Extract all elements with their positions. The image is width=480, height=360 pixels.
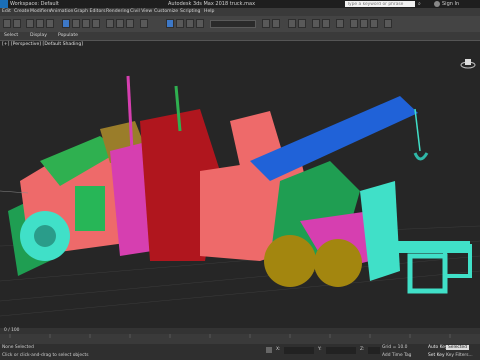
wheel-lift <box>360 181 472 294</box>
front-wheel <box>20 211 70 261</box>
region-select-icon[interactable] <box>82 19 90 28</box>
grid-size: Grid = 10.0 <box>382 345 408 350</box>
menu-help[interactable]: Help <box>204 8 214 16</box>
move-icon[interactable] <box>106 19 114 28</box>
perspective-viewport[interactable]: [+] [Perspective] [Default Shading] <box>0 40 480 329</box>
schematic-view-icon[interactable] <box>322 19 330 28</box>
undo-icon[interactable] <box>3 19 11 28</box>
select-object-icon[interactable] <box>62 19 70 28</box>
named-selection-dropdown[interactable] <box>210 20 256 28</box>
search-icon[interactable]: ⌕ <box>418 1 425 7</box>
redo-icon[interactable] <box>13 19 21 28</box>
status-bar: None Selected Click or click-and-drag to… <box>0 344 480 360</box>
bind-space-warp-icon[interactable] <box>46 19 54 28</box>
menu-animation[interactable]: Animation <box>50 8 73 16</box>
percent-snap-icon[interactable] <box>196 19 204 28</box>
render-setup-icon[interactable] <box>350 19 358 28</box>
search-input[interactable] <box>345 1 415 7</box>
menu-graph-editors[interactable]: Graph Editors <box>74 8 106 16</box>
menu-civil-view[interactable]: Civil View <box>130 8 152 16</box>
key-filters-button[interactable]: Key Filters... <box>446 353 473 358</box>
window-title: Autodesk 3ds Max 2018 truck.max <box>168 1 256 7</box>
rotate-icon[interactable] <box>116 19 124 28</box>
title-bar: Workspace: Default Autodesk 3ds Max 2018… <box>0 0 480 8</box>
material-editor-icon[interactable] <box>336 19 344 28</box>
tab-populate[interactable]: Populate <box>58 32 78 40</box>
curve-editor-icon[interactable] <box>312 19 320 28</box>
selection-status: None Selected <box>2 345 34 350</box>
selected-dropdown[interactable]: Selected <box>446 345 470 350</box>
mirror-icon[interactable] <box>262 19 270 28</box>
main-toolbar <box>0 16 480 32</box>
unlink-icon[interactable] <box>36 19 44 28</box>
pivot-center-icon[interactable] <box>166 19 174 28</box>
track-bar-ticks <box>9 334 451 338</box>
tab-display[interactable]: Display <box>30 32 47 40</box>
reference-coordinate-icon[interactable] <box>140 19 148 28</box>
link-icon[interactable] <box>26 19 34 28</box>
add-time-tag[interactable]: Add Time Tag <box>382 353 411 358</box>
window-crossing-icon[interactable] <box>92 19 100 28</box>
angle-snap-icon[interactable] <box>186 19 194 28</box>
layer-explorer-icon[interactable] <box>298 19 306 28</box>
x-coordinate-label: X: <box>276 347 281 352</box>
app-logo-icon <box>0 0 8 8</box>
fuel-tank <box>75 186 105 231</box>
auto-key-button[interactable]: Auto Key <box>428 345 448 350</box>
render-production-icon[interactable] <box>370 19 378 28</box>
menu-scripting[interactable]: Scripting <box>180 8 200 16</box>
track-bar[interactable] <box>0 334 480 344</box>
menu-bar: Edit Create Modifiers Animation Graph Ed… <box>0 8 480 16</box>
align-icon[interactable] <box>272 19 280 28</box>
truck-scene[interactable] <box>0 41 480 329</box>
scene-explorer-icon[interactable] <box>288 19 296 28</box>
sign-in-link[interactable]: Sign In <box>442 0 459 8</box>
workspace-label[interactable]: Workspace: Default <box>10 0 59 8</box>
user-icon <box>434 1 440 7</box>
menu-create[interactable]: Create <box>14 8 29 16</box>
x-coordinate-field[interactable] <box>284 347 314 354</box>
snap-toggle-icon[interactable] <box>176 19 184 28</box>
tab-select[interactable]: Select <box>4 32 18 40</box>
z-coordinate-label: Z: <box>360 347 365 352</box>
lock-selection-icon[interactable] <box>266 347 272 353</box>
viewport-layout-icon[interactable] <box>384 19 392 28</box>
set-key-button[interactable]: Set Key <box>428 353 445 358</box>
menu-rendering[interactable]: Rendering <box>106 8 129 16</box>
ribbon-bar: Select Display Populate <box>0 32 480 40</box>
rendered-frame-window-icon[interactable] <box>360 19 368 28</box>
y-coordinate-field[interactable] <box>326 347 356 354</box>
menu-modifiers[interactable]: Modifiers <box>30 8 51 16</box>
menu-customize[interactable]: Customize <box>154 8 178 16</box>
select-by-name-icon[interactable] <box>72 19 80 28</box>
y-coordinate-label: Y: <box>318 347 322 352</box>
menu-edit[interactable]: Edit <box>2 8 11 16</box>
scale-icon[interactable] <box>126 19 134 28</box>
prompt-line: Click or click-and-drag to select object… <box>2 353 89 358</box>
z-coordinate-field[interactable] <box>368 347 380 354</box>
